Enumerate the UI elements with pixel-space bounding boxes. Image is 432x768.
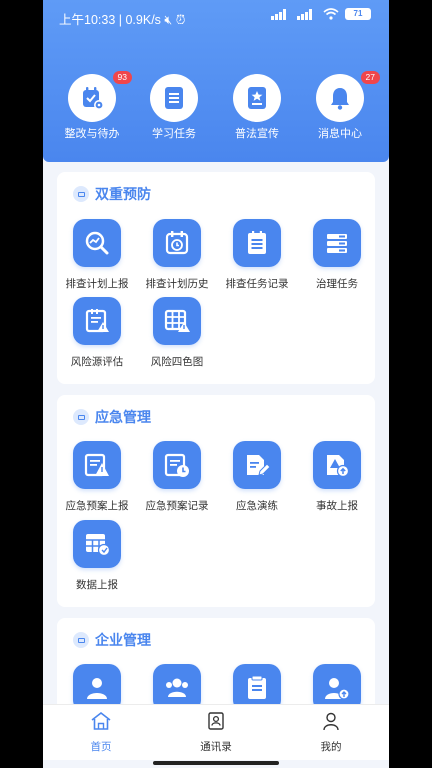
grid-label: 应急演练 [236, 500, 278, 512]
section-title: 应急管理 [95, 409, 151, 425]
alarm-icon: ⏰︎ [175, 13, 186, 27]
list-icon [248, 231, 266, 254]
calendar-settings-icon [83, 87, 104, 110]
grid-label: 排查计划上报 [65, 278, 129, 290]
quick-label: 学习任务 [152, 128, 196, 140]
home-icon [91, 711, 111, 730]
section-title: 企业管理 [95, 632, 151, 648]
main-content: 双重预防 排查计划上报 排查计划历史 排查任务记录 治理任务 风险源评估 风险四… [43, 162, 389, 704]
grid-item[interactable]: 风险四色图 [137, 297, 217, 369]
grid-label: 事故上报 [316, 500, 358, 512]
grid-item[interactable]: 应急预案记录 [137, 441, 217, 513]
folder-icon [73, 186, 89, 202]
grid-item[interactable]: 治理任务 [297, 219, 377, 291]
profile-icon [323, 712, 339, 731]
grid-item[interactable]: 应急预案上报 [57, 441, 137, 513]
quick-item-study[interactable]: 学习任务 [129, 74, 219, 141]
grid-item[interactable] [57, 664, 137, 704]
server-list-icon [327, 234, 347, 253]
section-emergency: 应急管理 应急预案上报 应急预案记录 应急演练 事故上报 数据上报 [57, 395, 375, 607]
section-enterprise: 企业管理 [57, 618, 375, 704]
person-upload-icon [325, 678, 350, 700]
tab-home[interactable]: 首页 [61, 711, 141, 754]
table-warning-icon [164, 309, 190, 332]
clock-document-icon [164, 453, 189, 477]
folder-icon [73, 632, 89, 648]
grid-item[interactable] [297, 664, 377, 704]
upload-warning-icon [327, 455, 350, 478]
quick-badge: 27 [360, 71, 380, 84]
quick-actions: 93 整改与待办 学习任务 普法宣传 27 消息中心 [43, 71, 389, 144]
group-icon [166, 678, 188, 697]
edit-document-icon [247, 455, 271, 476]
tab-label: 我的 [320, 741, 342, 753]
quick-label: 整改与待办 [64, 128, 120, 140]
document-icon [165, 87, 183, 109]
calendar-history-icon [165, 231, 189, 255]
chart-search-icon [85, 231, 109, 255]
tab-label: 通讯录 [200, 741, 232, 753]
grid-label: 排查任务记录 [225, 278, 289, 290]
section-title: 双重预防 [95, 186, 151, 202]
quick-label: 普法宣传 [235, 128, 279, 140]
home-indicator [153, 761, 279, 765]
quick-item-rectify[interactable]: 93 整改与待办 [47, 71, 137, 141]
grid-label: 排查计划历史 [145, 278, 209, 290]
quick-item-law[interactable]: 普法宣传 [212, 74, 302, 141]
tab-profile[interactable]: 我的 [291, 711, 371, 754]
section-dual-prevention: 双重预防 排查计划上报 排查计划历史 排查任务记录 治理任务 风险源评估 风险四… [57, 172, 375, 384]
mute-icon: 🔇︎ [164, 13, 173, 27]
grid-label: 风险源评估 [70, 356, 124, 368]
document-lines-icon [248, 675, 266, 699]
grid-item[interactable]: 事故上报 [297, 441, 377, 513]
grid-item[interactable]: 排查计划上报 [57, 219, 137, 291]
contacts-icon [208, 712, 224, 730]
notebook-warning-icon [85, 309, 109, 333]
badge-star-icon [248, 87, 266, 109]
wifi-icon [323, 8, 339, 20]
signal-icon [271, 8, 291, 20]
grid-item[interactable]: 应急演练 [217, 441, 297, 513]
grid-item[interactable]: 排查任务记录 [217, 219, 297, 291]
status-time: 上午10:33 | 0.9K/s 🔇︎ ⏰︎ [59, 13, 186, 27]
folder-icon [73, 409, 89, 425]
grid-label: 治理任务 [316, 278, 358, 290]
signal-2-icon [297, 8, 317, 20]
app-screen: 上午10:33 | 0.9K/s 🔇︎ ⏰︎ 71 93 整改与待办 学习任务 … [43, 0, 389, 768]
tab-label: 首页 [90, 741, 112, 753]
grid-item[interactable]: 数据上报 [57, 520, 137, 592]
grid-label: 应急预案上报 [65, 500, 129, 512]
grid-item[interactable] [137, 664, 217, 704]
bottom-tab-bar: 首页 通讯录 我的 [43, 704, 389, 760]
status-bar: 上午10:33 | 0.9K/s 🔇︎ ⏰︎ 71 [43, 0, 389, 32]
warning-document-icon [84, 453, 109, 477]
quick-item-message[interactable]: 27 消息中心 [295, 71, 385, 141]
grid-label: 应急预案记录 [145, 500, 209, 512]
grid-label: 数据上报 [76, 579, 118, 591]
grid-item[interactable]: 排查计划历史 [137, 219, 217, 291]
grid-item[interactable]: 风险源评估 [57, 297, 137, 369]
header: 上午10:33 | 0.9K/s 🔇︎ ⏰︎ 71 93 整改与待办 学习任务 … [43, 0, 389, 162]
person-icon [87, 678, 107, 699]
quick-label: 消息中心 [318, 128, 362, 140]
table-upload-icon [86, 534, 111, 557]
grid-label: 风险四色图 [150, 356, 204, 368]
battery-icon: 71 [345, 8, 371, 20]
bell-icon [331, 88, 349, 110]
grid-item[interactable] [217, 664, 297, 704]
tab-contacts[interactable]: 通讯录 [176, 711, 256, 754]
